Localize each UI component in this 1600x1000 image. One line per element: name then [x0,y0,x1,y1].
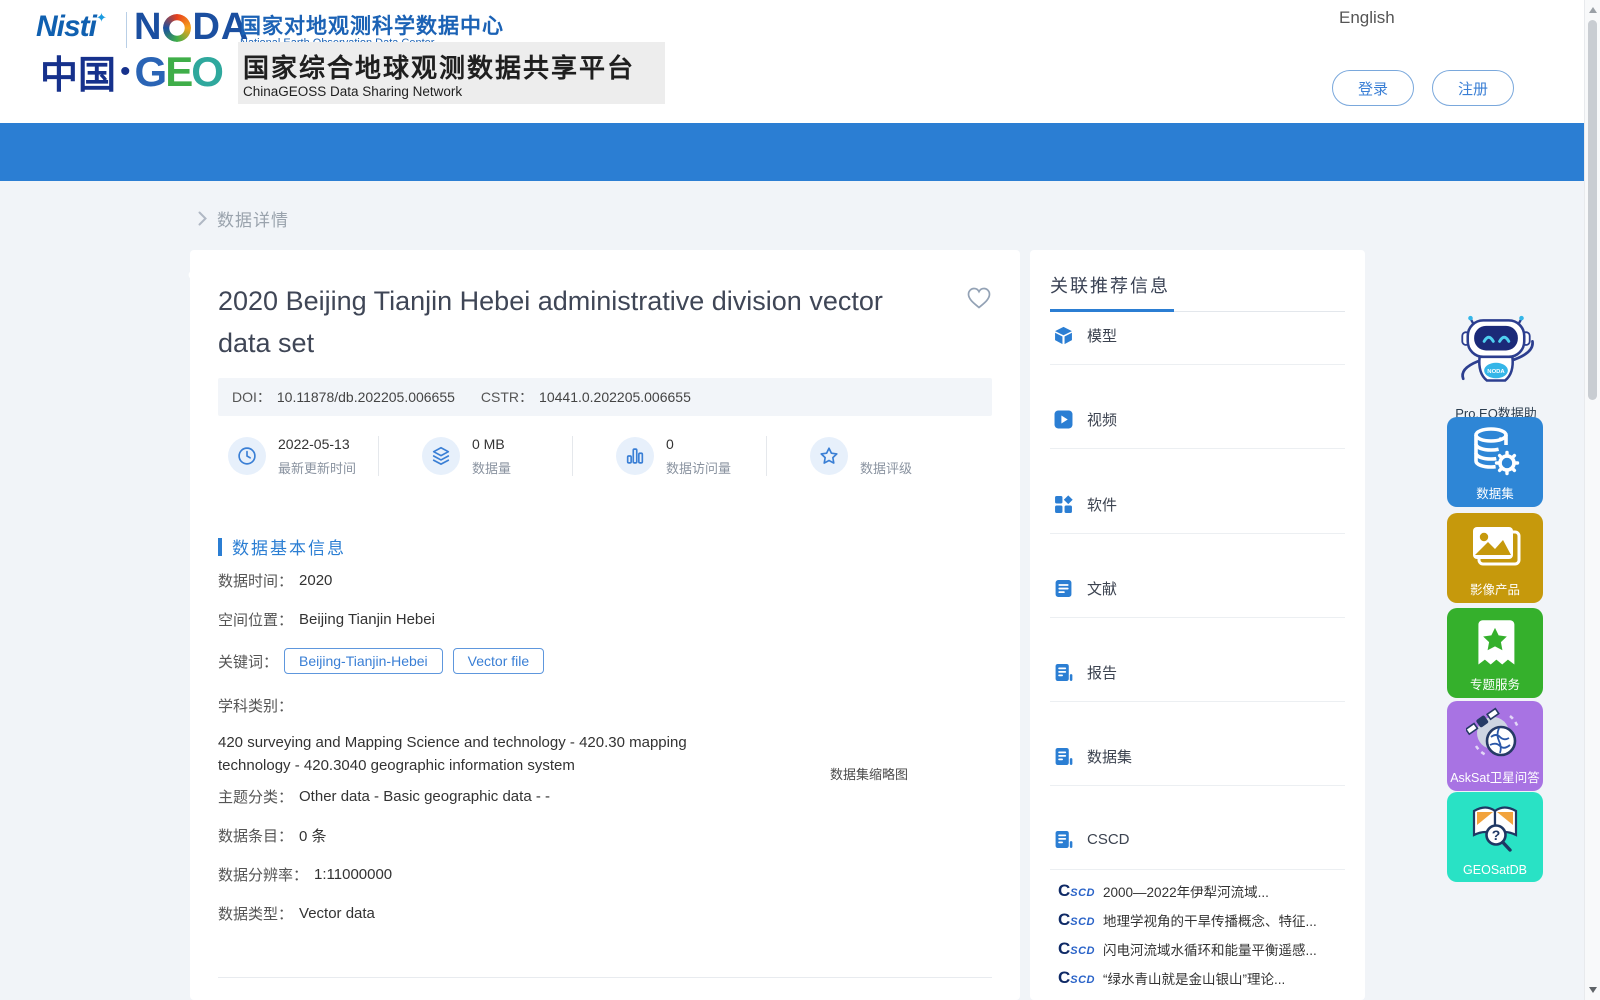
register-button[interactable]: 注册 [1432,70,1514,106]
field-subject-value: 420 surveying and Mapping Science and te… [218,732,693,777]
dataset-detail-card: 2020 Beijing Tianjin Hebei administrativ… [190,250,1020,1000]
cube-icon [1054,326,1073,345]
related-info-card: 关联推荐信息 模型 视频 软件 [1030,250,1365,1000]
doi-value: 10.11878/db.202205.006655 [277,389,455,405]
cscd-logo: CSCD [1058,939,1095,959]
cscd-article-link[interactable]: CSCD 闪电河流域水循环和能量平衡遥感... [1058,939,1348,959]
sidebar-item-software[interactable]: 软件 [1054,494,1117,515]
rail-tile-geosatdb[interactable]: ? GEOSatDB [1447,792,1543,882]
field-keywords: 关键词： Beijing-Tianjin-Hebei Vector file [218,648,554,674]
thumbnail-placeholder: 数据集缩略图 [830,764,908,783]
field-data-time: 数据时间：2020 [218,570,332,591]
cscd-logo: CSCD [1058,968,1095,988]
platform-name-zh: 国家综合地球观测数据共享平台 [243,48,635,85]
section-title: 数据基本信息 [232,534,346,559]
sidebar-item-model[interactable]: 模型 [1054,325,1117,346]
noda-swirl-icon [163,14,191,42]
report-icon [1054,747,1073,766]
center-name-zh: 国家对地观测科学数据中心 [240,10,504,40]
bar-chart-icon [616,437,654,475]
stat-updated: 2022-05-13 最新更新时间 [228,428,356,484]
rail-tile-thematic[interactable]: 专题服务 [1447,608,1543,698]
login-button[interactable]: 登录 [1332,70,1414,106]
sidebar-item-cscd[interactable]: CSCD [1054,830,1130,849]
keyword-tag[interactable]: Beijing-Tianjin-Hebei [284,648,443,674]
page-scrollbar[interactable] [1584,0,1600,1000]
report-icon [1054,663,1073,682]
cscd-article-link[interactable]: CSCD “绿水青山就是金山银山”理论... [1058,968,1348,988]
site-header: Nisti✦ NDA 国家对地观测科学数据中心 National Earth O… [0,0,1600,123]
main-nav: 一体化数据发现平台 ChinaGEOSS Data Portal 首页 数据集检… [0,123,1600,181]
favorite-heart-icon[interactable] [966,286,992,310]
breadcrumb: 数据详情 [198,206,289,231]
document-icon [1054,579,1073,598]
cstr-label: CSTR： [481,387,533,407]
sidebar-item-literature[interactable]: 文献 [1054,578,1117,599]
nisti-logo: Nisti✦ [36,10,106,44]
rail-tile-imagery[interactable]: 影像产品 [1447,513,1543,603]
robot-mascot-icon: NODA [1450,314,1542,396]
field-subject-label: 学科类别： [218,695,299,716]
cscd-article-link[interactable]: CSCD 2000—2022年伊犁河流域... [1058,881,1348,901]
cstr-value: 10441.0.202205.006655 [539,389,691,405]
field-location: 空间位置：Beijing Tianjin Hebei [218,609,435,630]
star-icon [810,437,848,475]
sidebar-item-report[interactable]: 报告 [1054,662,1117,683]
scrollbar-down-arrow[interactable] [1589,987,1597,993]
sidebar-item-video[interactable]: 视频 [1054,409,1117,430]
field-resolution: 数据分辨率：1:11000000 [218,864,392,885]
dataset-title: 2020 Beijing Tianjin Hebei administrativ… [218,280,908,364]
image-icon [1466,519,1524,577]
cscd-logo: CSCD [1058,881,1095,901]
stat-size: 0 MB 数据量 [422,428,511,484]
clock-icon [228,437,266,475]
chinageo-logo: 中国 • GEO [40,44,222,99]
chevron-right-icon [198,211,207,226]
book-search-icon: ? [1466,798,1524,858]
stat-rating: 数据评级 [810,428,912,484]
cscd-article-link[interactable]: CSCD 地理学视角的干旱传播概念、特征... [1058,910,1348,930]
report-icon [1054,830,1073,849]
field-theme: 主题分类：Other data - Basic geographic data … [218,786,550,807]
svg-text:NODA: NODA [1487,369,1505,375]
scrollbar-up-arrow[interactable] [1589,7,1597,13]
database-gear-icon [1467,423,1523,483]
noda-logo: NDA [134,6,249,49]
language-switch[interactable]: English [1339,8,1395,28]
related-info-title: 关联推荐信息 [1050,272,1170,298]
cscd-logo: CSCD [1058,910,1095,930]
header-divider [126,12,127,48]
card-divider [218,977,992,978]
breadcrumb-current: 数据详情 [217,206,289,231]
video-play-icon [1054,410,1073,429]
rail-tile-asksat[interactable]: AskSat卫星问答 [1447,701,1543,791]
rail-tile-dataset[interactable]: 数据集 [1447,417,1543,507]
sidebar-item-dataset[interactable]: 数据集 [1054,746,1132,767]
identifier-bar: DOI： 10.11878/db.202205.006655 CSTR： 104… [218,378,992,416]
layers-icon [422,437,460,475]
star-bookmark-icon [1467,614,1523,674]
field-data-type: 数据类型：Vector data [218,903,375,924]
doi-label: DOI： [232,387,271,407]
stat-visits: 0 数据访问量 [616,428,731,484]
nisti-star-icon: ✦ [96,10,106,25]
software-grid-icon [1054,495,1073,514]
section-basic-info: 数据基本信息 [218,534,346,559]
satellite-globe-icon [1466,707,1524,767]
keyword-tag[interactable]: Vector file [453,648,544,674]
platform-name-en: ChinaGEOSS Data Sharing Network [243,84,462,99]
svg-text:?: ? [1492,827,1501,843]
field-entries: 数据条目：0 条 [218,825,327,846]
scrollbar-thumb[interactable] [1588,20,1597,400]
